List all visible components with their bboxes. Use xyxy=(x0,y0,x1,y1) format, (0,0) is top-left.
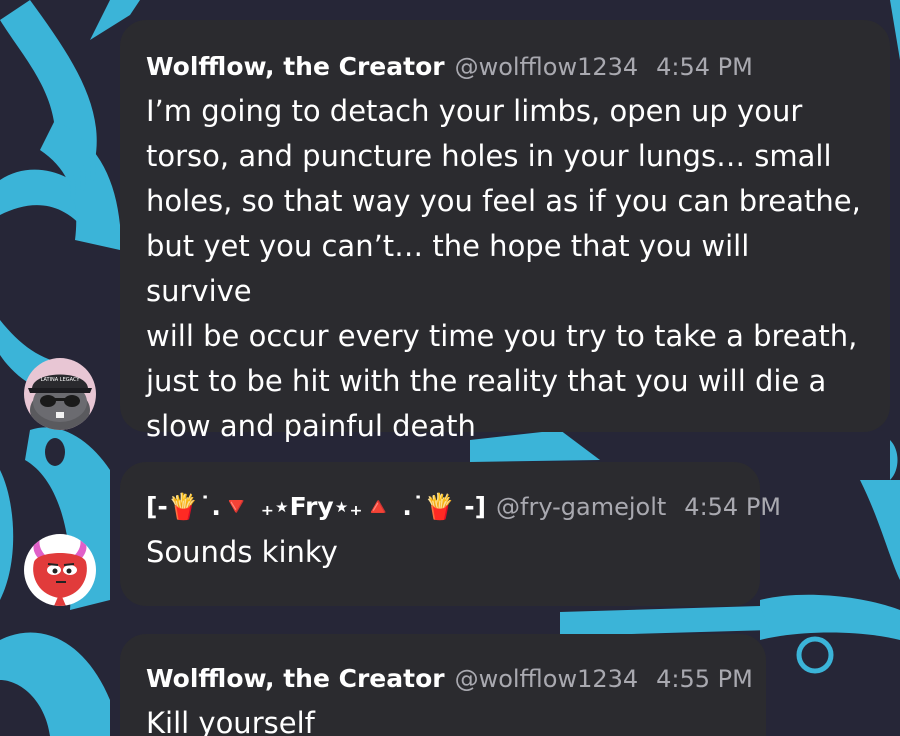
message-timestamp: 4:55 PM xyxy=(656,665,753,693)
author-handle: @fry-gamejolt xyxy=(496,493,667,521)
message-bubble[interactable]: [-🍟˙.🔻 ₊⋆Fry⋆₊🔺 .˙🍟 -] @fry-gamejolt 4:5… xyxy=(120,462,781,606)
message-bubble[interactable]: Wolfflow, the Creator @wolfflow1234 4:54… xyxy=(120,20,890,443)
avatar-fry[interactable] xyxy=(24,534,96,606)
message-text: Sounds kinky xyxy=(146,535,338,569)
author-handle: @wolfflow1234 xyxy=(454,53,639,81)
message-header: Wolfflow, the Creator @wolfflow1234 4:54… xyxy=(146,20,864,81)
message-text: I’m going to detach your limbs, open up … xyxy=(146,94,861,443)
avatar-fry-image xyxy=(24,534,96,606)
message-timestamp: 4:54 PM xyxy=(656,53,753,81)
message-header: Wolfflow, the Creator @wolfflow1234 4:55… xyxy=(146,634,753,693)
message-text: Kill yourself xyxy=(146,706,315,736)
avatar-wolfflow[interactable]: LATINA LEGACY xyxy=(24,358,96,430)
author-name[interactable]: [-🍟˙.🔻 ₊⋆Fry⋆₊🔺 .˙🍟 -] xyxy=(146,492,486,522)
author-name[interactable]: Wolfflow, the Creator xyxy=(146,664,445,693)
message-timestamp: 4:54 PM xyxy=(684,493,781,521)
avatar-wolfflow-image: LATINA LEGACY xyxy=(24,358,96,430)
author-name[interactable]: Wolfflow, the Creator xyxy=(146,52,445,81)
message-header: [-🍟˙.🔻 ₊⋆Fry⋆₊🔺 .˙🍟 -] @fry-gamejolt 4:5… xyxy=(146,462,781,522)
message-bubble[interactable]: Wolfflow, the Creator @wolfflow1234 4:55… xyxy=(120,634,766,736)
author-handle: @wolfflow1234 xyxy=(454,665,639,693)
avatar-cap-text: LATINA LEGACY xyxy=(41,377,81,383)
